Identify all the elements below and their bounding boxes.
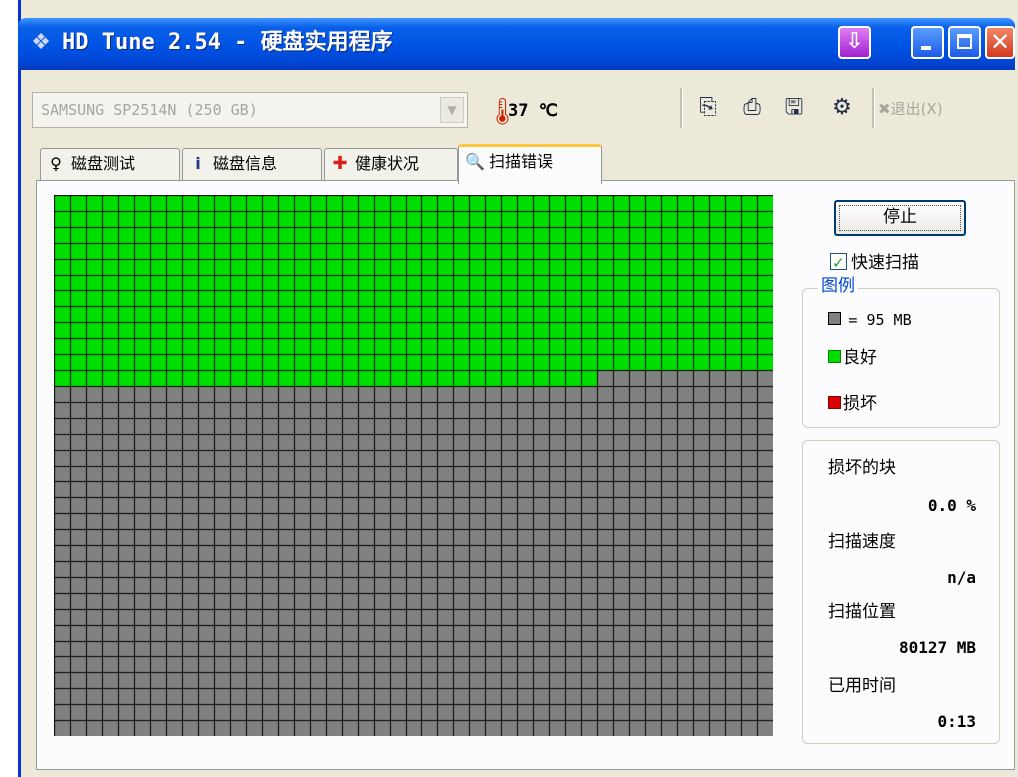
legend-good: 良好 <box>828 346 877 370</box>
drive-select-value: SAMSUNG SP2514N (250 GB) <box>41 101 258 119</box>
scan-speed-value: n/a <box>947 568 976 587</box>
checkbox-checked-icon[interactable] <box>830 250 847 276</box>
minimize-button[interactable] <box>911 26 944 59</box>
good-label: 良好 <box>843 348 877 368</box>
tab-label: 磁盘测试 <box>71 154 136 173</box>
elapsed-time-value: 0:13 <box>937 712 976 731</box>
options-gear-icon[interactable]: ⚙ <box>828 94 856 122</box>
legend-title: 图例 <box>818 274 858 298</box>
health-cross-icon: ✚ <box>332 153 348 174</box>
scan-block-grid <box>54 195 773 736</box>
temperature-value: 37 ℃ <box>508 101 558 121</box>
toolbar-divider <box>872 88 875 128</box>
chevron-down-icon[interactable]: ▼ <box>440 97 464 123</box>
elapsed-time-label: 已用时间 <box>828 676 896 696</box>
damaged-label: 损坏 <box>843 394 877 414</box>
window-title: HD Tune 2.54 - 硬盘实用程序 <box>62 30 393 55</box>
stats-group <box>802 440 1000 744</box>
scan-speed-label: 扫描速度 <box>828 532 896 552</box>
tab-health[interactable]: ✚ 健康状况 <box>324 148 458 180</box>
copy-screenshot-icon[interactable]: ⎙ <box>738 94 766 122</box>
legend-damaged: 损坏 <box>828 392 877 416</box>
exit-button[interactable]: ✖退出(X) <box>878 94 943 124</box>
magnifier-icon: 🔍 <box>465 152 485 171</box>
tab-error-scan[interactable]: 🔍 扫描错误 <box>458 144 602 184</box>
exit-label: 退出(X) <box>890 100 943 118</box>
close-x-icon: ✖ <box>878 100 891 118</box>
stop-button[interactable]: 停止 <box>834 200 966 236</box>
quick-scan-label: 快速扫描 <box>851 253 919 273</box>
tab-label: 健康状况 <box>355 154 420 173</box>
save-icon[interactable]: 🖫 <box>780 94 808 122</box>
unscanned-swatch <box>828 312 841 325</box>
block-map-canvas <box>54 195 773 736</box>
legend-block-size: = 95 MB <box>828 308 912 332</box>
good-swatch <box>828 350 841 363</box>
damaged-blocks-label: 损坏的块 <box>828 458 896 478</box>
drive-select[interactable]: SAMSUNG SP2514N (250 GB) ▼ <box>32 92 468 128</box>
close-button[interactable]: ✕ <box>985 26 1015 59</box>
toolbar-divider <box>680 88 683 128</box>
tab-benchmark[interactable]: ♀ 磁盘测试 <box>40 148 180 180</box>
app-icon: ❖ <box>31 30 51 55</box>
thermometer-icon: 🌡 <box>486 96 519 128</box>
maximize-button[interactable] <box>948 26 981 59</box>
tab-info[interactable]: i 磁盘信息 <box>182 148 322 180</box>
benchmark-icon: ♀ <box>50 154 62 173</box>
quick-scan-checkbox[interactable]: 快速扫描 <box>830 250 919 276</box>
title-bar[interactable]: ❖ HD Tune 2.54 - 硬盘实用程序 ⇩ ✕ <box>18 18 1015 70</box>
block-size-label: = 95 MB <box>848 311 912 329</box>
scan-position-label: 扫描位置 <box>828 602 896 622</box>
damaged-swatch <box>828 396 841 409</box>
tab-label: 磁盘信息 <box>213 154 278 173</box>
scan-position-value: 80127 MB <box>898 638 976 657</box>
info-icon: i <box>195 154 201 173</box>
damaged-blocks-value: 0.0 % <box>927 496 976 515</box>
download-icon[interactable]: ⇩ <box>838 26 871 59</box>
tab-label: 扫描错误 <box>489 152 554 171</box>
copy-icon[interactable]: ⎘ <box>694 94 722 122</box>
